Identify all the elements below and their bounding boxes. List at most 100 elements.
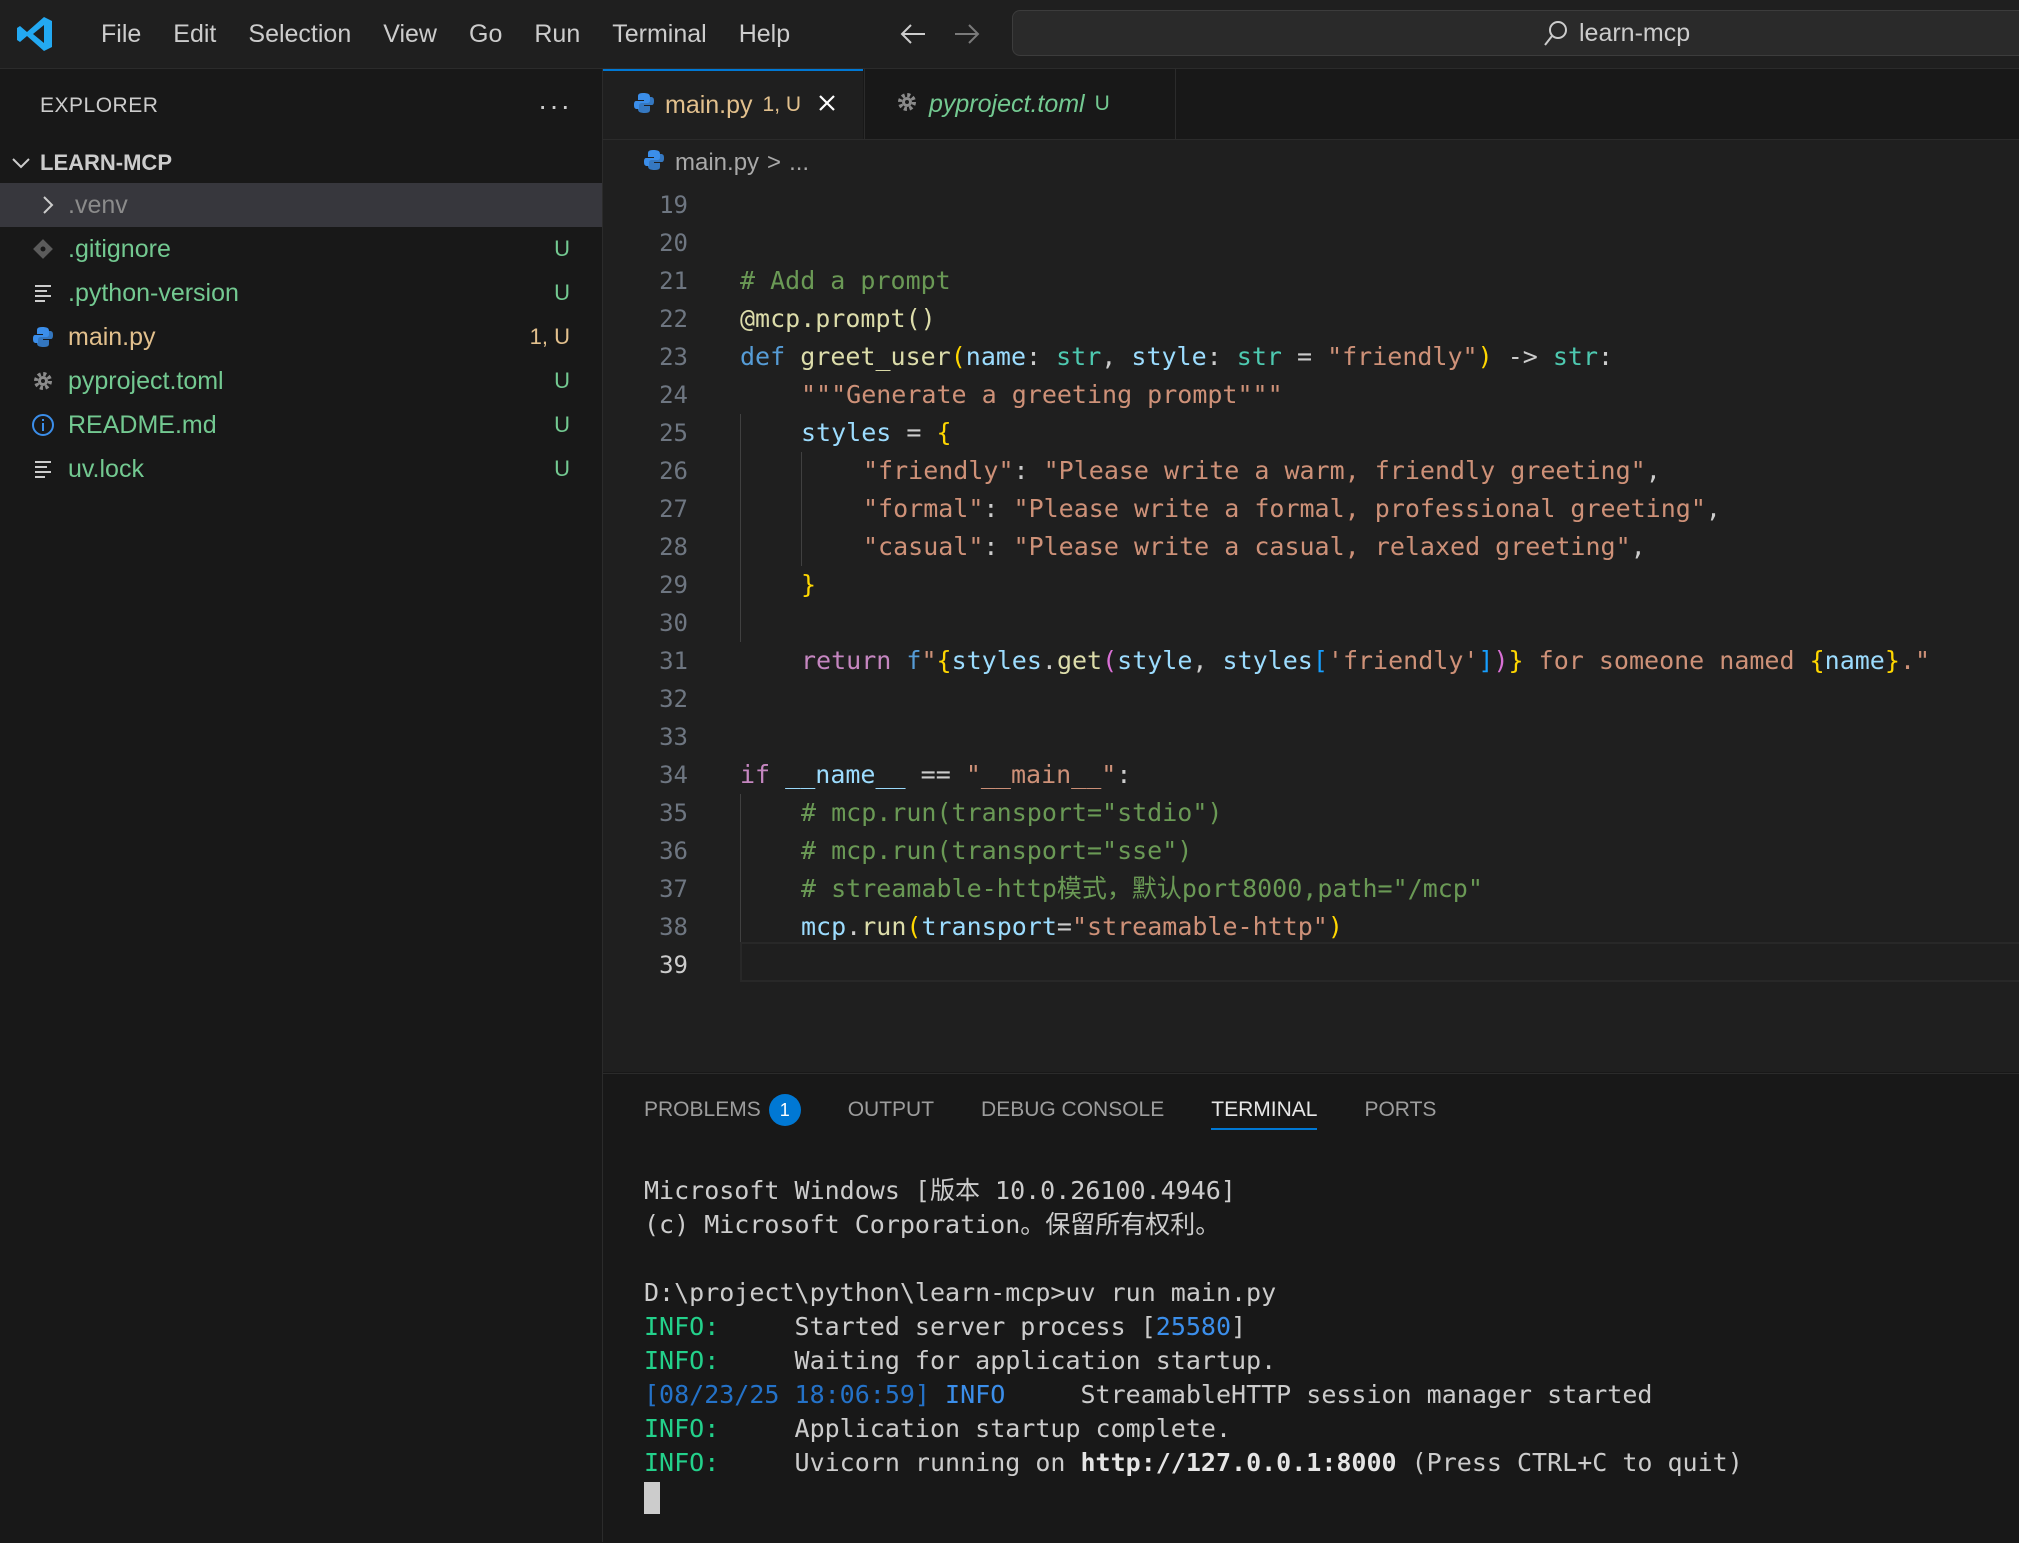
terminal-line: INFO: Uvicorn running on http://127.0.0.…	[644, 1446, 1743, 1480]
code-text: # mcp.run(transport="sse")	[801, 836, 1193, 865]
log-message: Waiting for application startup.	[719, 1346, 1277, 1375]
tab-label: main.py	[665, 90, 753, 119]
log-level: INFO:	[644, 1414, 720, 1443]
python-file-icon	[31, 325, 55, 349]
breadcrumb-file[interactable]: main.py	[675, 149, 759, 177]
git-icon	[31, 237, 55, 261]
line-number: 36	[659, 837, 688, 865]
close-icon[interactable]	[817, 93, 837, 118]
menu-file[interactable]: File	[85, 0, 157, 68]
tree-item-label: uv.lock	[68, 454, 144, 483]
tree-item-label: .gitignore	[68, 234, 171, 263]
tree-item-main-py[interactable]: main.py 1, U	[0, 315, 602, 359]
code-line: 19	[603, 186, 2019, 224]
tab-debug-console[interactable]: DEBUG CONSOLE	[981, 1074, 1164, 1146]
folder-header[interactable]: LEARN-MCP	[0, 143, 602, 183]
navigation-arrows	[895, 14, 985, 54]
tab-label: PROBLEMS	[644, 1098, 761, 1121]
code-line: 31 return f"{styles.get(style, styles['f…	[603, 642, 2019, 680]
back-arrow-icon[interactable]	[895, 14, 931, 54]
terminal-line: D:\project\python\learn-mcp>uv run main.…	[644, 1278, 1277, 1307]
server-url-link[interactable]: http://127.0.0.1:8000	[1081, 1448, 1397, 1477]
code-line: 34 if __name__ == "__main__":	[603, 756, 2019, 794]
breadcrumb: main.py > ...	[603, 140, 2019, 186]
terminal-line: (c) Microsoft Corporation。保留所有权利。	[644, 1210, 1221, 1239]
breadcrumb-symbols[interactable]: ...	[789, 149, 809, 177]
code-text: # Add a prompt	[740, 266, 951, 295]
code-line: 38 mcp.run(transport="streamable-http")	[603, 908, 2019, 946]
forward-arrow-icon[interactable]	[949, 14, 985, 54]
line-number: 25	[659, 419, 688, 447]
tab-output[interactable]: OUTPUT	[848, 1074, 934, 1146]
python-file-icon	[643, 149, 665, 178]
menu-edit[interactable]: Edit	[157, 0, 232, 68]
terminal-line: INFO: Waiting for application startup.	[644, 1344, 1743, 1378]
code-editor[interactable]: 19 20 21 # Add a prompt 22 @mcp.prompt()…	[603, 186, 2019, 1072]
tab-problems[interactable]: PROBLEMS 1	[644, 1074, 801, 1146]
menu-go[interactable]: Go	[453, 0, 518, 68]
menu-help[interactable]: Help	[723, 0, 806, 68]
chevron-right-icon	[36, 193, 60, 217]
python-file-icon	[633, 92, 655, 119]
code-line: 21 # Add a prompt	[603, 262, 2019, 300]
line-number: 21	[659, 267, 688, 295]
tree-item-readme[interactable]: README.md U	[0, 403, 602, 447]
tab-pyproject[interactable]: pyproject.toml U	[864, 69, 1176, 139]
terminal-output[interactable]: Microsoft Windows [版本 10.0.26100.4946] (…	[644, 1174, 1743, 1514]
gear-icon	[31, 369, 55, 393]
code-text: def greet_user(name: str, style: str = "…	[740, 342, 1614, 371]
line-number: 38	[659, 913, 688, 941]
terminal-line: [08/23/25 18:06:59] INFO StreamableHTTP …	[644, 1378, 1743, 1412]
line-number: 35	[659, 799, 688, 827]
menu-view[interactable]: View	[367, 0, 453, 68]
more-actions-icon[interactable]: ···	[538, 90, 572, 122]
panel-tabs: PROBLEMS 1 OUTPUT DEBUG CONSOLE TERMINAL…	[603, 1074, 2019, 1146]
text-file-icon	[31, 457, 55, 481]
process-id: 25580	[1155, 1312, 1232, 1341]
menu-selection[interactable]: Selection	[232, 0, 367, 68]
code-line: 36 # mcp.run(transport="sse")	[603, 832, 2019, 870]
tree-item-python-version[interactable]: .python-version U	[0, 271, 602, 315]
tab-ports[interactable]: PORTS	[1364, 1074, 1436, 1146]
log-message: StreamableHTTP session manager started	[1005, 1380, 1653, 1409]
log-timestamp: [08/23/25 18:06:59]	[644, 1380, 930, 1409]
code-line: 27 "formal": "Please write a formal, pro…	[603, 490, 2019, 528]
code-text: @mcp.prompt()	[740, 304, 936, 333]
git-status-badge: U	[554, 280, 570, 305]
log-message: ]	[1231, 1312, 1247, 1341]
tree-item-label: pyproject.toml	[68, 366, 224, 395]
line-number: 34	[659, 761, 688, 789]
code-line: 29 }	[603, 566, 2019, 604]
line-number: 23	[659, 343, 688, 371]
git-status-badge: U	[554, 412, 570, 437]
line-number: 27	[659, 495, 688, 523]
editor-tabs: main.py 1, U pyproject.toml U	[603, 69, 2019, 140]
code-line: 22 @mcp.prompt()	[603, 300, 2019, 338]
line-number: 31	[659, 647, 688, 675]
code-line: 37 # streamable-http模式，默认port8000,path="…	[603, 870, 2019, 908]
terminal-line	[644, 1480, 1743, 1514]
tab-terminal[interactable]: TERMINAL	[1211, 1074, 1318, 1146]
tree-item-venv[interactable]: .venv	[0, 183, 602, 227]
menu-terminal[interactable]: Terminal	[596, 0, 722, 68]
code-line: 28 "casual": "Please write a casual, rel…	[603, 528, 2019, 566]
chevron-down-icon	[12, 158, 30, 169]
tree-item-gitignore[interactable]: .gitignore U	[0, 227, 602, 271]
log-level: INFO:	[644, 1346, 720, 1375]
tab-main-py[interactable]: main.py 1, U	[603, 69, 863, 139]
tab-badge: 1, U	[762, 93, 802, 116]
menu-run[interactable]: Run	[518, 0, 596, 68]
title-bar: File Edit Selection View Go Run Terminal…	[0, 0, 2019, 69]
tree-item-pyproject[interactable]: pyproject.toml U	[0, 359, 602, 403]
tree-item-uv-lock[interactable]: uv.lock U	[0, 447, 602, 491]
code-line: 23 def greet_user(name: str, style: str …	[603, 338, 2019, 376]
code-text: "formal": "Please write a formal, profes…	[863, 494, 1721, 523]
command-center-search[interactable]: learn-mcp	[1012, 10, 2019, 56]
explorer-sidebar: EXPLORER ··· LEARN-MCP .venv .gitignore …	[0, 69, 603, 1542]
code-line: 33	[603, 718, 2019, 756]
code-text: """Generate a greeting prompt"""	[801, 380, 1283, 409]
log-message: (Press CTRL+C to quit)	[1396, 1448, 1743, 1477]
info-icon	[31, 413, 55, 437]
vscode-logo-icon[interactable]	[15, 14, 55, 54]
